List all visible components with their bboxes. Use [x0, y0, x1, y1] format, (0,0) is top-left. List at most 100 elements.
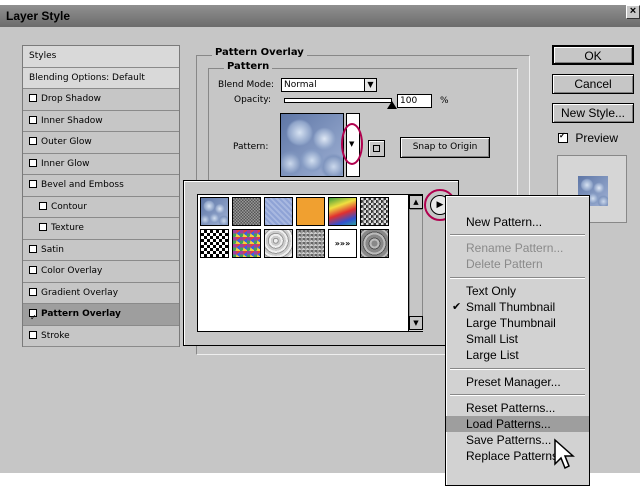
menu-item-label: Small Thumbnail: [466, 299, 556, 314]
styles-item-gradient-overlay[interactable]: Gradient Overlay: [23, 282, 179, 304]
pattern-thumb-checker[interactable]: [200, 229, 229, 258]
menu-item-preset-manager[interactable]: Preset Manager...: [446, 374, 589, 390]
opacity-label: Opacity:: [234, 95, 271, 105]
styles-item-label: Styles: [29, 51, 57, 61]
menu-item-label: Reset Patterns...: [466, 400, 556, 415]
menu-item-label: Large Thumbnail: [466, 316, 556, 330]
menu-item-large-thumbnail[interactable]: Large Thumbnail: [446, 315, 589, 331]
pattern-grid: »»» ▲ ▼: [197, 194, 423, 332]
pattern-thumb-bubbles[interactable]: [200, 197, 229, 226]
checkbox-icon[interactable]: [29, 287, 37, 296]
checkbox-icon[interactable]: [29, 180, 37, 188]
ok-button[interactable]: OK: [552, 45, 634, 65]
preview-checkbox[interactable]: Preview: [558, 131, 618, 145]
pattern-thumb-noise[interactable]: [232, 197, 261, 226]
pattern-thumb-granite[interactable]: [296, 229, 325, 258]
blend-mode-value: Normal: [284, 80, 317, 90]
pattern-thumb-marble[interactable]: [264, 229, 293, 258]
styles-item-label: Blending Options: Default: [29, 72, 145, 83]
styles-item-label: Color Overlay: [41, 266, 103, 276]
checkbox-icon[interactable]: [29, 266, 37, 274]
pattern-swatch[interactable]: [280, 113, 344, 177]
menu-item-label: Large List: [466, 348, 519, 363]
menu-item-label: Save Patterns...: [466, 433, 552, 448]
scroll-down-icon[interactable]: ▼: [409, 316, 423, 330]
styles-list: Styles Blending Options: Default Drop Shad…: [22, 45, 180, 347]
styles-item-satin[interactable]: Satin: [23, 239, 179, 261]
pattern-subgroup-title: Pattern: [224, 61, 273, 72]
styles-item-inner-glow[interactable]: Inner Glow: [23, 153, 179, 175]
styles-item-label: Inner Shadow: [41, 115, 103, 126]
styles-item-outer-glow[interactable]: Outer Glow: [23, 132, 179, 154]
styles-item-label: Drop Shadow: [41, 94, 102, 104]
checkbox-icon[interactable]: [29, 307, 37, 328]
menu-item-new-pattern[interactable]: New Pattern...: [446, 214, 589, 230]
checkbox-icon[interactable]: [29, 115, 37, 124]
checkbox-icon[interactable]: [29, 94, 37, 102]
menu-item-small-thumbnail[interactable]: ✔ Small Thumbnail: [446, 299, 589, 315]
pattern-overlay-title: Pattern Overlay: [212, 47, 307, 58]
checkbox-icon[interactable]: [39, 201, 47, 210]
styles-item-label: Inner Glow: [41, 158, 90, 169]
styles-item-contour[interactable]: Contour: [23, 196, 179, 218]
preview-label: Preview: [575, 131, 619, 145]
menu-separator: [450, 393, 585, 396]
mouse-cursor-icon: [554, 438, 575, 470]
opacity-slider[interactable]: [284, 98, 392, 103]
menu-item-reset-patterns[interactable]: Reset Patterns...: [446, 400, 589, 416]
new-preset-icon[interactable]: [368, 140, 385, 157]
menu-item-delete-pattern: Delete Pattern: [446, 256, 589, 272]
styles-item-inner-shadow[interactable]: Inner Shadow: [23, 110, 179, 132]
menu-separator: [450, 276, 585, 279]
styles-item-pattern-overlay[interactable]: Pattern Overlay: [23, 304, 179, 328]
checkbox-icon[interactable]: [29, 137, 37, 145]
styles-item-styles[interactable]: Styles: [23, 46, 179, 68]
scroll-thumb[interactable]: [409, 209, 423, 317]
pattern-thumb-arrows[interactable]: »»»: [328, 229, 357, 258]
cancel-button[interactable]: Cancel: [552, 74, 634, 94]
new-style-button[interactable]: New Style...: [552, 103, 634, 123]
snap-to-origin-button[interactable]: Snap to Origin: [400, 137, 490, 158]
opacity-slider-thumb[interactable]: [387, 101, 397, 109]
menu-item-rename-pattern: Rename Pattern...: [446, 240, 589, 256]
checkbox-icon[interactable]: [29, 244, 37, 253]
menu-separator: [450, 234, 585, 237]
pattern-picker: »»» ▲ ▼ ▶: [183, 180, 459, 346]
menu-item-small-list[interactable]: Small List: [446, 331, 589, 347]
pattern-thumb-rainbow[interactable]: [328, 197, 357, 226]
styles-item-drop-shadow[interactable]: Drop Shadow: [23, 89, 179, 111]
menu-item-large-list[interactable]: Large List: [446, 347, 589, 363]
menu-separator: [450, 367, 585, 370]
menu-item-text-only[interactable]: Text Only: [446, 283, 589, 299]
checkbox-icon[interactable]: [29, 158, 37, 167]
scroll-up-icon[interactable]: ▲: [409, 195, 423, 209]
menu-item-label: Rename Pattern...: [466, 241, 564, 256]
title-bar: Layer Style: [0, 5, 640, 27]
menu-item-load-patterns[interactable]: Load Patterns...: [446, 416, 589, 432]
styles-item-label: Outer Glow: [41, 137, 92, 147]
blend-mode-select[interactable]: Normal ▼: [281, 78, 377, 92]
pattern-thumb-grunge[interactable]: [360, 197, 389, 226]
styles-item-blending-options-default[interactable]: Blending Options: Default: [23, 67, 179, 89]
pattern-thumb-confetti[interactable]: [232, 229, 261, 258]
pattern-thumb-blue-cloth[interactable]: [264, 197, 293, 226]
menu-item-label: Text Only: [466, 283, 517, 298]
styles-item-label: Contour: [51, 201, 87, 212]
pattern-thumb-orange[interactable]: [296, 197, 325, 226]
styles-item-color-overlay[interactable]: Color Overlay: [23, 261, 179, 283]
styles-item-texture[interactable]: Texture: [23, 218, 179, 240]
pattern-thumb-stone[interactable]: [360, 229, 389, 258]
styles-item-label: Bevel and Emboss: [41, 180, 124, 190]
close-icon[interactable]: ×: [626, 5, 640, 19]
styles-item-bevel-and-emboss[interactable]: Bevel and Emboss: [23, 175, 179, 197]
opacity-input[interactable]: 100: [397, 94, 432, 108]
blend-mode-label: Blend Mode:: [218, 80, 275, 90]
styles-item-label: Satin: [41, 244, 64, 255]
checkbox-icon[interactable]: [39, 223, 47, 231]
picker-scrollbar[interactable]: ▲ ▼: [408, 195, 423, 331]
checkmark-icon: ✔: [452, 300, 462, 313]
checkbox-icon[interactable]: [29, 330, 37, 339]
menu-item-label: New Pattern...: [466, 215, 543, 229]
styles-item-stroke[interactable]: Stroke: [23, 325, 179, 347]
menu-item-label: Delete Pattern: [466, 257, 543, 272]
